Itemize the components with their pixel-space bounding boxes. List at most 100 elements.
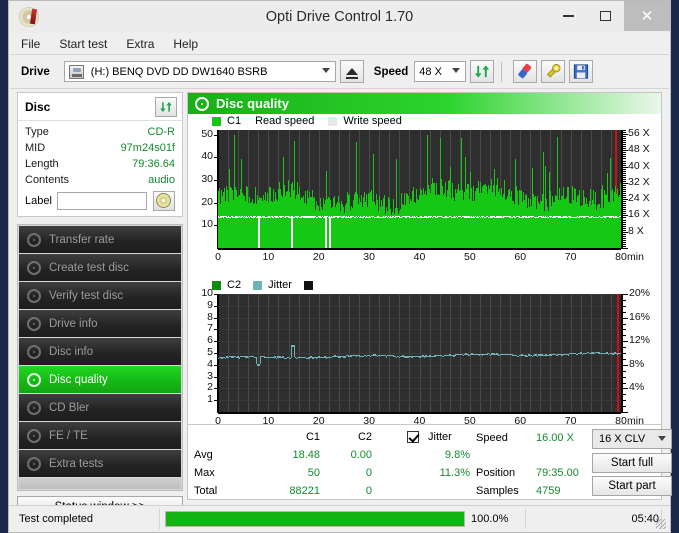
y2-axis-tick: [623, 299, 626, 301]
y2-axis-tick-label: 12%: [629, 334, 651, 347]
y2-axis-tick: [623, 245, 626, 247]
drive-select-value: (H:) BENQ DVD DD DW1640 BSRB: [90, 65, 268, 78]
y2-axis-tick: [623, 134, 628, 136]
y2-axis-tick-label: 4%: [629, 381, 645, 394]
eject-button[interactable]: [339, 60, 364, 83]
stats-max-c1: 50: [307, 467, 320, 479]
jitter-checkbox[interactable]: [407, 431, 419, 443]
disc-row-type: Type CD-R: [25, 124, 175, 140]
tools-button[interactable]: [541, 60, 566, 83]
menu-item-help[interactable]: Help: [173, 37, 198, 51]
y2-axis-tick: [623, 317, 628, 319]
y2-axis-tick: [623, 199, 628, 201]
x-axis-unit-label: min: [627, 251, 644, 263]
sidebar-item-disc-info[interactable]: Disc info: [19, 338, 181, 365]
x-axis-tick-label: 70: [564, 251, 577, 263]
y2-axis-tick: [623, 329, 626, 331]
erase-button[interactable]: [513, 60, 538, 83]
legend-swatch-write-speed: [328, 116, 338, 126]
y2-axis-tick: [623, 233, 626, 235]
y2-axis-tick: [623, 158, 626, 160]
c2-jitter-chart[interactable]: 1 2 3 4 5 6 7 8 9 10 4% 8% 12% 16% 20% 0 10 20 30 40 50 60 70 8…: [188, 287, 661, 442]
disc-contents-value: audio: [148, 174, 175, 186]
c1-chart[interactable]: 10 20 30 40 50 8 X 16 X 24 X 32 X 40 X 48 X 56 X 0 10…: [188, 127, 661, 276]
wrench-icon: [547, 64, 561, 78]
stats-row-max-label: Max: [194, 467, 215, 479]
y2-axis-tick: [623, 215, 628, 217]
refresh-button[interactable]: [470, 60, 495, 83]
sidebar-item-transfer-rate[interactable]: Transfer rate: [19, 226, 181, 253]
refresh-icon: [160, 101, 172, 113]
y2-axis-tick: [623, 294, 628, 295]
cd-disc-icon: [27, 232, 41, 247]
y2-axis-tick: [623, 186, 626, 188]
sidebar-item-label: CD Bler: [49, 401, 90, 414]
resize-grip[interactable]: [656, 519, 666, 529]
y-axis-tick-label: 3: [207, 369, 213, 382]
drive-select[interactable]: (H:) BENQ DVD DD DW1640 BSRB: [63, 61, 336, 82]
menu-item-extra[interactable]: Extra: [126, 37, 154, 51]
y-axis-tick-label: 30: [201, 172, 213, 185]
y-axis-tick-label: 7: [207, 322, 213, 335]
y2-axis-tick: [623, 195, 626, 197]
save-button[interactable]: [569, 60, 594, 83]
y2-axis-tick: [623, 241, 626, 243]
disc-label-input[interactable]: [57, 191, 148, 210]
speed-select[interactable]: 48 X: [414, 61, 467, 82]
save-icon: [574, 64, 589, 79]
y2-axis-tick: [623, 136, 626, 138]
statistics-panel: C1 C2 Avg 18.48 0.00 9.8% Max 50 0 11.3%…: [188, 424, 672, 499]
sidebar-item-cd-bler[interactable]: CD Bler: [19, 394, 181, 421]
disc-label-row: Label: [25, 190, 175, 211]
sidebar-item-label: Create test disc: [49, 261, 129, 274]
sidebar-item-label: Transfer rate: [49, 233, 115, 246]
disc-panel-title: Disc: [25, 100, 51, 114]
menu-item-start-test[interactable]: Start test: [59, 37, 107, 51]
y2-axis-tick: [623, 388, 628, 390]
disc-type-label: Type: [25, 126, 49, 138]
sidebar-item-verify-test-disc[interactable]: Verify test disc: [19, 282, 181, 309]
disc-refresh-button[interactable]: [155, 97, 177, 117]
sidebar-item-create-test-disc[interactable]: Create test disc: [19, 254, 181, 281]
status-divider-2: [525, 509, 526, 529]
y2-axis-tick: [623, 176, 626, 178]
x-axis-tick-label: 10: [262, 251, 275, 263]
cd-disc-icon: [27, 372, 41, 387]
y2-axis-tick: [623, 189, 626, 190]
y-axis-tick-label: 9: [207, 298, 213, 311]
sidebar-item-disc-quality[interactable]: Disc quality: [19, 366, 181, 393]
close-button[interactable]: ✕: [624, 1, 670, 31]
y2-axis-tick: [623, 239, 626, 241]
y2-axis-tick: [623, 406, 626, 408]
position-stat-value: 79:35.00: [536, 467, 579, 479]
disc-label-read-button[interactable]: [152, 190, 175, 211]
close-icon: ✕: [640, 8, 654, 25]
y2-axis-tick-label: 40 X: [628, 159, 650, 172]
sidebar-item-drive-info[interactable]: Drive info: [19, 310, 181, 337]
y-axis-tick-label: 4: [207, 357, 213, 370]
y2-axis-tick: [623, 144, 626, 146]
chart1-legend: C1 Read speed Write speed: [188, 114, 661, 128]
sidebar-item-fe-te[interactable]: FE / TE: [19, 422, 181, 449]
menu-item-file[interactable]: File: [21, 37, 40, 51]
disc-row-length: Length 79:36.64: [25, 156, 175, 172]
y2-axis-tick: [623, 341, 628, 343]
chevron-down-icon: [658, 436, 666, 441]
y2-axis-tick: [623, 168, 626, 170]
maximize-button[interactable]: [587, 1, 624, 31]
sidebar-item-label: Disc info: [49, 345, 94, 358]
minimize-button[interactable]: [550, 1, 587, 31]
disc-label-caption: Label: [25, 194, 52, 207]
y2-axis-tick: [623, 148, 626, 150]
y2-axis-tick: [623, 235, 626, 237]
sidebar-item-extra-tests[interactable]: Extra tests: [19, 450, 181, 477]
x-axis-tick-label: 50: [464, 251, 476, 263]
drive-icon: [68, 65, 84, 79]
x-axis-line: [218, 412, 621, 414]
start-part-button[interactable]: Start part: [592, 476, 672, 496]
y2-axis-tick: [623, 223, 626, 225]
y2-axis-tick: [623, 191, 626, 193]
y-axis-tick-label: 1: [207, 393, 213, 406]
start-full-button[interactable]: Start full: [592, 453, 672, 473]
test-speed-select[interactable]: 16 X CLV: [592, 429, 672, 449]
